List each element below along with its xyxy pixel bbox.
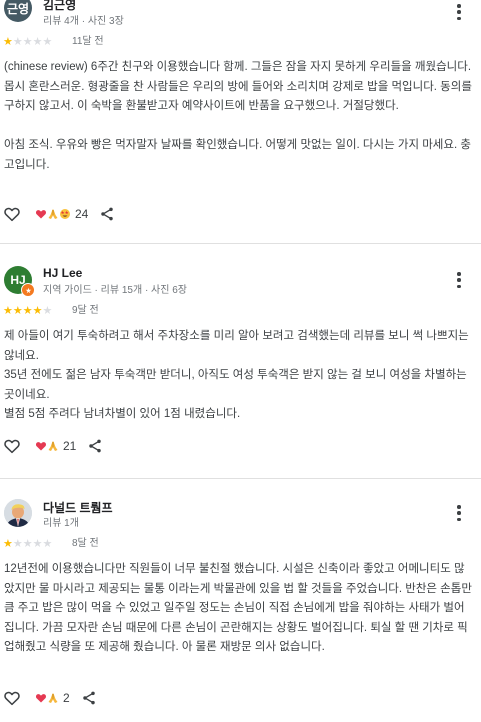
reaction-count: 2 bbox=[63, 691, 70, 705]
heart-emoji-icon bbox=[35, 442, 47, 451]
divider bbox=[0, 478, 481, 479]
like-icon[interactable] bbox=[3, 437, 21, 455]
review-card: HJ HJ Lee 지역 가이드 · 리뷰 15개 · 사진 6장 ★★★★★ … bbox=[0, 256, 481, 478]
like-icon[interactable] bbox=[3, 689, 21, 707]
review-actions: 21 bbox=[3, 437, 103, 455]
review-card: 다널드 트뤔프 리뷰 1개 ★★★★★ 8달 전 12년전에 이용했습니다만 직… bbox=[0, 489, 481, 722]
divider bbox=[0, 243, 481, 244]
profile-photo-icon bbox=[4, 499, 32, 527]
pray-emoji-icon bbox=[48, 441, 58, 451]
share-icon[interactable] bbox=[99, 206, 115, 222]
avatar[interactable]: HJ bbox=[4, 266, 35, 297]
more-options-button[interactable] bbox=[452, 270, 466, 290]
pray-emoji-icon bbox=[48, 209, 58, 219]
review-text: 제 아들이 여기 투숙하려고 해서 주차장소를 미리 알아 보려고 검색했는데 … bbox=[4, 330, 469, 420]
review-actions: 24 bbox=[3, 205, 115, 223]
more-options-button[interactable] bbox=[452, 2, 466, 22]
review-time: 9달 전 bbox=[72, 305, 99, 316]
review-card: 근영 김근영 리뷰 4개 · 사진 3장 ★★★★★ 11달 전 (chines… bbox=[0, 0, 481, 243]
review-text: 12년전에 이용했습니다만 직원들이 너무 불친절 했습니다. 시설은 신축이라… bbox=[4, 563, 472, 653]
review-actions: 2 bbox=[3, 689, 97, 707]
reviewer-name[interactable]: HJ Lee bbox=[43, 266, 82, 280]
reactions[interactable] bbox=[35, 692, 59, 704]
like-icon[interactable] bbox=[3, 205, 21, 223]
starstruck-emoji-icon bbox=[60, 209, 70, 219]
avatar[interactable] bbox=[4, 499, 32, 527]
review-time: 11달 전 bbox=[72, 36, 104, 47]
reactions[interactable] bbox=[35, 208, 71, 220]
star-rating: ★★★★★ bbox=[3, 305, 53, 317]
reviewer-meta: 리뷰 4개 · 사진 3장 bbox=[43, 16, 124, 27]
reviewer-meta: 리뷰 1개 bbox=[43, 518, 79, 529]
avatar-initials: 근영 bbox=[6, 1, 30, 16]
share-icon[interactable] bbox=[81, 690, 97, 706]
reviewer-meta: 지역 가이드 · 리뷰 15개 · 사진 6장 bbox=[43, 285, 187, 296]
reaction-count: 21 bbox=[63, 439, 77, 453]
reactions[interactable] bbox=[35, 440, 59, 452]
avatar[interactable]: 근영 bbox=[4, 0, 32, 22]
local-guide-badge-icon bbox=[21, 283, 35, 297]
review-time: 8달 전 bbox=[72, 538, 99, 549]
share-icon[interactable] bbox=[87, 438, 103, 454]
heart-emoji-icon bbox=[35, 210, 47, 219]
heart-emoji-icon bbox=[35, 694, 47, 703]
review-text: (chinese review) 6주간 친구와 이용했습니다 함께. 그들은 … bbox=[4, 61, 472, 171]
pray-emoji-icon bbox=[48, 693, 58, 703]
star-rating: ★★★★★ bbox=[3, 538, 53, 550]
star-rating: ★★★★★ bbox=[3, 36, 53, 48]
reaction-count: 24 bbox=[75, 207, 89, 221]
more-options-button[interactable] bbox=[452, 503, 466, 523]
